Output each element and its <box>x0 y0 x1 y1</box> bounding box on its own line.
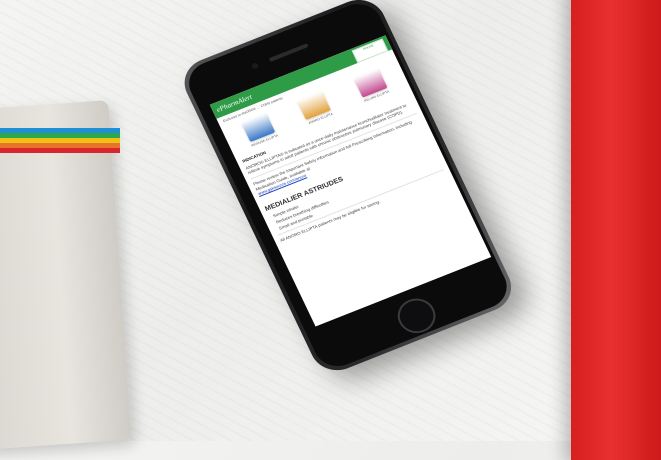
home-button[interactable] <box>391 293 442 339</box>
phone-face: ePharmAlert ROCHE Exclusive to ANORO® … … <box>181 0 515 373</box>
smartphone: ePharmAlert ROCHE Exclusive to ANORO® … … <box>176 0 590 378</box>
front-camera-icon <box>250 62 260 70</box>
phone-scene: ePharmAlert ROCHE Exclusive to ANORO® … … <box>0 0 661 441</box>
earpiece-speaker <box>268 43 309 62</box>
phone-body: ePharmAlert ROCHE Exclusive to ANORO® … … <box>176 0 520 378</box>
phone-screen[interactable]: ePharmAlert ROCHE Exclusive to ANORO® … … <box>209 35 492 327</box>
